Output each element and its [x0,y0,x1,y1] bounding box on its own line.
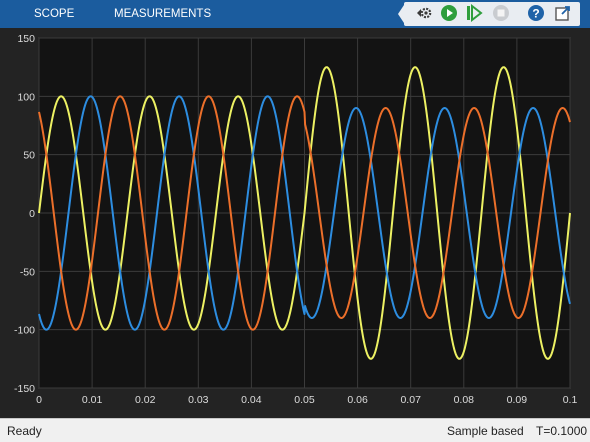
scope-display: 0 0.01 0.02 0.03 0.04 0.05 0.06 0.07 0.08 0.09 0.1… [0,28,590,418]
y-tick-label: -100 [14,325,35,337]
toolstrip: SCOPE MEASUREMENTS ? [0,0,590,28]
x-tick-label: 0.07 [400,394,421,406]
status-sim-time: T=0.1000 [536,424,588,438]
svg-text:?: ? [532,7,539,21]
y-tick-label: 100 [17,91,35,103]
step-forward-icon[interactable] [465,4,483,22]
x-tick-label: 0.06 [347,394,368,406]
x-tick-label: 0.1 [563,394,578,406]
x-tick-label: 0.09 [507,394,528,406]
x-tick-label: 0.05 [294,394,315,406]
tab-scope[interactable]: SCOPE [34,0,74,28]
y-tick-label: -50 [20,266,35,278]
x-tick-label: 0.02 [135,394,156,406]
tab-measurements[interactable]: MEASUREMENTS [114,0,211,28]
y-tick-label: 50 [23,150,35,162]
scope-plot: 0 0.01 0.02 0.03 0.04 0.05 0.06 0.07 0.08 0.09 0.1… [0,28,590,418]
x-tick-label: 0.08 [454,394,475,406]
help-icon[interactable]: ? [527,4,545,22]
status-sample-mode: Sample based [447,424,524,438]
x-tick-label: 0.01 [82,394,103,406]
x-tick-label: 0.04 [241,394,262,406]
x-tick-label: 0.03 [188,394,209,406]
settings-gear-icon[interactable] [415,4,433,22]
y-tick-label: -150 [14,383,35,395]
y-tick-label: 150 [17,33,35,45]
undock-icon[interactable] [554,4,572,22]
status-ready: Ready [7,424,42,438]
y-tick-label: 0 [29,208,35,220]
stop-icon[interactable] [492,4,510,22]
status-bar: Ready Sample based T=0.1000 [0,418,590,442]
x-tick-label: 0 [36,394,42,406]
run-icon[interactable] [440,4,458,22]
